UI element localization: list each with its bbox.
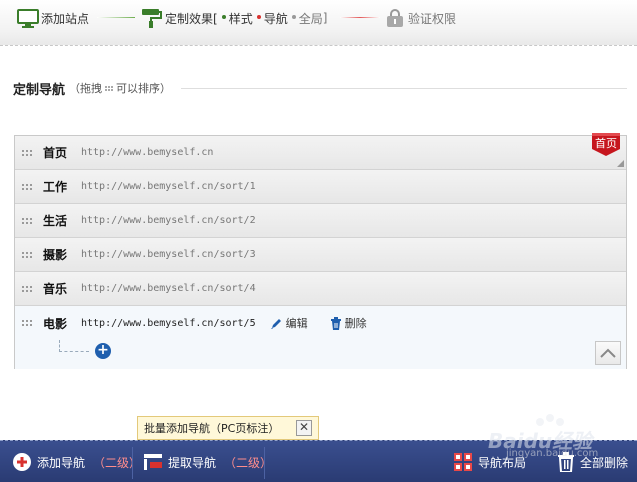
add-subnav-button[interactable]: + xyxy=(95,343,111,359)
edit-button[interactable]: 编辑 xyxy=(270,315,308,331)
paint-roller-icon xyxy=(140,8,162,28)
section-title: 定制导航 xyxy=(13,82,66,98)
delete-label: 删除 xyxy=(344,317,367,330)
bullet-icon xyxy=(256,15,261,19)
step-connector xyxy=(340,17,380,18)
watermark-sub: jingyan.baidu.com xyxy=(506,448,599,459)
nav-name: 首页 xyxy=(43,146,68,160)
nav-name: 生活 xyxy=(43,214,68,228)
nav-row[interactable]: 首页 http://www.bemyself.cn 首页 xyxy=(15,133,626,170)
baidu-watermark: Baidu经验 jingyan.baidu.com xyxy=(470,408,630,464)
section-header: 定制导航 （拖拽 可以排序） xyxy=(13,78,627,98)
add-nav-level: （二级） xyxy=(93,455,142,470)
edit-label: 编辑 xyxy=(285,317,308,330)
home-badge: 首页 xyxy=(590,131,622,157)
step-add-site[interactable]: 添加站点 xyxy=(17,7,89,29)
step-verify-label: 验证权限 xyxy=(408,11,457,26)
resize-grip-icon xyxy=(617,160,624,167)
trash-icon xyxy=(330,316,341,330)
nav-url: http://www.bemyself.cn/sort/4 xyxy=(81,283,256,294)
drag-handle-icon[interactable] xyxy=(22,318,34,328)
home-badge-label: 首页 xyxy=(595,137,617,150)
extract-nav-label: 提取导航 xyxy=(168,455,217,470)
drag-dots-icon xyxy=(105,85,114,91)
nav-url: http://www.bemyself.cn/sort/2 xyxy=(81,215,256,226)
toolbar-divider xyxy=(264,447,265,479)
collapse-button[interactable] xyxy=(595,341,621,365)
bullet-icon xyxy=(221,15,226,19)
step-customize-label: 定制效果[ xyxy=(165,11,218,26)
chevron-up-icon xyxy=(600,348,616,358)
step-customize-close: ] xyxy=(322,11,328,25)
nav-list: 首页 http://www.bemyself.cn 首页 工作 http://w… xyxy=(14,133,627,369)
step-sub-style[interactable]: 样式 xyxy=(229,10,253,27)
batch-add-tooltip: 批量添加导航（PC页标注） ✕ xyxy=(137,416,319,440)
nav-url: http://www.bemyself.cn/sort/3 xyxy=(81,249,256,260)
steps-bar: 添加站点 定制效果[ 样式 导航 全局 ] 验证权限 xyxy=(0,0,637,46)
step-connector xyxy=(97,17,135,18)
add-nav-button[interactable]: 添加导航 （二级） xyxy=(12,441,141,482)
drag-handle-icon[interactable] xyxy=(22,250,34,260)
step-sub-nav[interactable]: 导航 xyxy=(264,10,288,27)
add-nav-label: 添加导航 xyxy=(37,455,86,470)
extract-icon xyxy=(144,454,162,470)
hint-open: （拖拽 xyxy=(69,82,103,95)
nav-name: 摄影 xyxy=(43,248,68,262)
drag-handle-icon[interactable] xyxy=(22,182,34,192)
toolbar-divider xyxy=(132,447,133,479)
step-sub-global[interactable]: 全局 xyxy=(299,10,323,27)
add-circle-icon xyxy=(13,453,31,471)
nav-row[interactable]: 摄影 http://www.bemyself.cn/sort/3 xyxy=(15,238,626,272)
nav-row[interactable]: 生活 http://www.bemyself.cn/sort/2 xyxy=(15,204,626,238)
nav-name: 工作 xyxy=(43,180,68,194)
drag-handle-icon[interactable] xyxy=(22,284,34,294)
section-divider xyxy=(181,87,627,89)
nav-row[interactable]: 工作 http://www.bemyself.cn/sort/1 xyxy=(15,170,626,204)
lock-icon xyxy=(386,8,404,28)
delete-button[interactable]: 删除 xyxy=(330,315,367,331)
nav-row-selected[interactable]: 电影 http://www.bemyself.cn/sort/5 编辑 删除 + xyxy=(15,306,626,369)
close-icon[interactable]: ✕ xyxy=(296,420,312,436)
monitor-icon xyxy=(17,9,39,28)
tooltip-text: 批量添加导航（PC页标注） xyxy=(144,422,280,435)
pencil-icon xyxy=(270,318,281,329)
step-verify[interactable]: 验证权限 xyxy=(386,7,456,29)
nav-url: http://www.bemyself.cn/sort/1 xyxy=(81,181,256,192)
step-add-site-label: 添加站点 xyxy=(41,11,90,26)
bullet-icon xyxy=(291,15,296,19)
nav-name: 电影 xyxy=(43,316,68,331)
drag-handle-icon[interactable] xyxy=(22,148,34,158)
nav-row-content: 电影 http://www.bemyself.cn/sort/5 编辑 删除 xyxy=(15,306,626,340)
nav-url: http://www.bemyself.cn xyxy=(81,147,214,158)
hint-close: 可以排序） xyxy=(116,82,172,95)
drag-handle-icon[interactable] xyxy=(22,216,34,226)
nav-url: http://www.bemyself.cn/sort/5 xyxy=(81,317,256,329)
extract-nav-button[interactable]: 提取导航 （二级） xyxy=(143,441,272,482)
tree-connector xyxy=(59,340,89,352)
section-hint: （拖拽 可以排序） xyxy=(69,80,171,96)
nav-name: 音乐 xyxy=(43,282,68,296)
step-customize[interactable]: 定制效果[ 样式 导航 全局 ] xyxy=(140,7,327,29)
nav-row[interactable]: 音乐 http://www.bemyself.cn/sort/4 xyxy=(15,272,626,306)
